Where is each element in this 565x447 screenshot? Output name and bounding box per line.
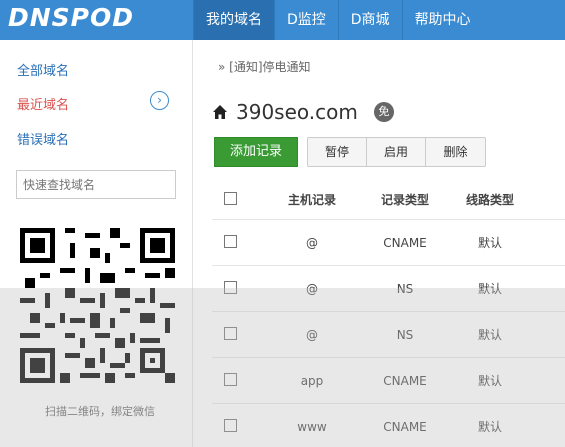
row-type: CNAME [383,235,427,250]
row-checkbox[interactable] [224,372,237,386]
nav-my-domains[interactable]: 我的域名 [193,0,274,40]
row-line: 默认 [477,420,502,434]
table-row[interactable]: @ NS 默认 [212,266,565,312]
row-value: 3 [534,236,565,250]
row-line: 默认 [477,282,502,296]
dnspod-logo[interactable]: DNSPOD [8,3,134,32]
chevron-right-icon[interactable]: › [150,91,169,110]
row-type: NS [396,327,414,342]
sidebar: 全部域名 最近域名 › 错误域名 扫描二维码，绑定微信 [0,40,193,447]
header-type: 记录类型 [380,193,429,207]
enable-button[interactable]: 启用 [367,138,426,166]
header-line: 线路类型 [465,193,514,207]
delete-button[interactable]: 删除 [426,138,485,166]
row-check-cell [212,234,260,251]
sidebar-item-all-domains[interactable]: 全部域名 [17,60,69,79]
wechat-qr-code [20,228,175,383]
row-host: @ [306,327,318,342]
select-all-checkbox[interactable] [224,191,237,205]
row-checkbox[interactable] [224,234,237,248]
add-record-button[interactable]: 添加记录 [214,137,298,167]
domain-name: 390seo.com [236,100,358,124]
top-nav-bar: DNSPOD 我的域名 D监控 D商城 帮助中心 [0,0,565,40]
nav-d-shop[interactable]: D商城 [337,0,402,40]
table-header: 主机记录 记录类型 线路类型 [212,180,565,220]
table-row[interactable]: @ CNAME 默认 3 [212,220,565,266]
row-check-cell [212,418,260,435]
sidebar-item-recent-domains[interactable]: 最近域名 [17,94,69,113]
record-toolbar: 添加记录 暂停 启用 删除 [214,137,486,167]
nav-help-center[interactable]: 帮助中心 [401,0,483,40]
pause-button[interactable]: 暂停 [308,138,367,166]
notice-link[interactable]: » [通知]停电通知 [218,58,311,75]
row-check-cell [212,326,260,343]
row-line: 默认 [477,328,502,342]
row-host: www [297,419,327,434]
table-row[interactable]: @ NS 默认 [212,312,565,358]
row-host: @ [306,235,318,250]
main-nav: 我的域名 D监控 D商城 帮助中心 [193,0,483,40]
table-row[interactable]: app CNAME 默认 [212,358,565,404]
row-check-cell [212,372,260,389]
record-action-group: 暂停 启用 删除 [307,137,486,167]
row-checkbox[interactable] [224,418,237,432]
row-checkbox[interactable] [224,326,237,340]
home-icon[interactable] [212,104,228,120]
row-line: 默认 [477,236,502,250]
main-content: » [通知]停电通知 390seo.com 免 添加记录 暂停 启用 删除 主机… [194,40,565,447]
row-host: @ [306,281,318,296]
domain-search-input[interactable] [16,170,176,199]
row-type: CNAME [383,419,427,434]
free-plan-badge[interactable]: 免 [373,102,394,122]
app-window: DNSPOD 我的域名 D监控 D商城 帮助中心 全部域名 最近域名 › 错误域… [0,0,565,447]
row-line: 默认 [477,374,502,388]
header-host: 主机记录 [287,193,336,207]
domain-header: 390seo.com 免 [212,100,394,124]
qr-caption: 扫描二维码，绑定微信 [45,405,155,418]
row-type: NS [396,281,414,296]
row-type: CNAME [383,373,427,388]
table-row[interactable]: www CNAME 默认 [212,404,565,447]
sidebar-item-error-domains[interactable]: 错误域名 [17,129,69,148]
row-checkbox[interactable] [224,280,237,294]
row-check-cell [212,280,260,297]
select-all-cell [212,191,260,208]
records-table: 主机记录 记录类型 线路类型 @ CNAME 默认 3 @ NS 默认 @ NS [212,180,565,447]
nav-d-monitor[interactable]: D监控 [274,0,338,40]
row-host: app [300,373,324,388]
